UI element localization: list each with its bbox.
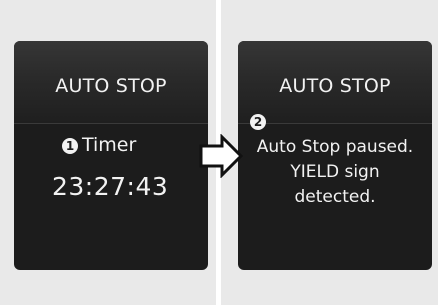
step-number-badge: 2 xyxy=(250,114,266,130)
message-line: YIELD sign xyxy=(290,162,380,182)
step-number-badge: 1 xyxy=(62,138,78,154)
right-arrow-icon xyxy=(199,134,244,178)
timer-label: Timer xyxy=(82,134,137,156)
header-divider xyxy=(14,123,208,124)
timer-value: 23:27:43 xyxy=(52,172,169,201)
screen-header: AUTO STOP xyxy=(238,41,432,123)
header-divider xyxy=(238,123,432,124)
screen-title: AUTO STOP xyxy=(279,75,391,97)
auto-stop-timer-screen: AUTO STOP 1 Timer 23:27:43 xyxy=(14,41,208,270)
message-line: Auto Stop paused. xyxy=(256,137,414,157)
message-line: detected. xyxy=(294,187,376,207)
auto-stop-paused-screen: AUTO STOP 2 Auto Stop paused. YIELD sign… xyxy=(238,41,432,270)
screen-title: AUTO STOP xyxy=(55,75,167,97)
screen-header: AUTO STOP xyxy=(14,41,208,123)
status-message: Auto Stop paused. YIELD sign detected. xyxy=(238,135,432,210)
